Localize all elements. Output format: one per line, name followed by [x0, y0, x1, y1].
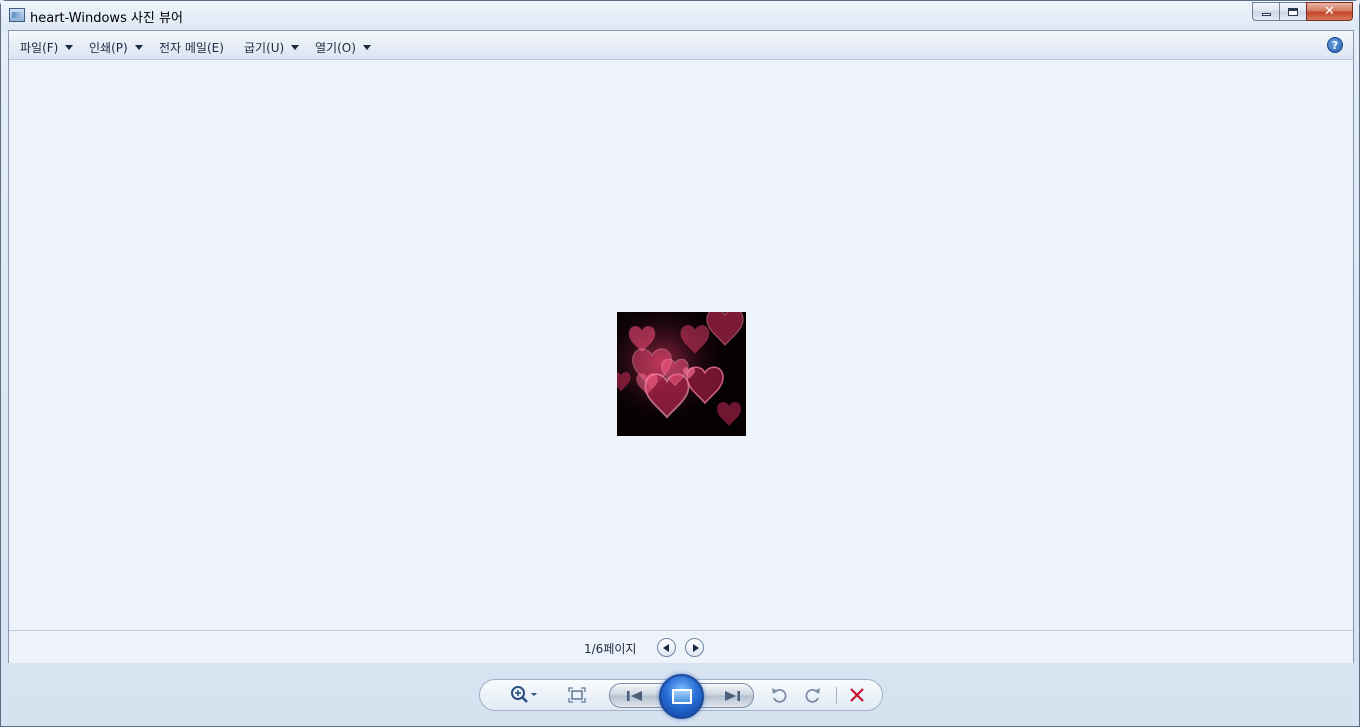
zoom-icon: [511, 686, 537, 703]
previous-icon: [627, 691, 642, 701]
bottom-toolbar: [479, 674, 883, 719]
title-bar[interactable]: heart-Windows 사진 뷰어 ✕: [1, 1, 1359, 31]
slideshow-button[interactable]: [659, 674, 704, 719]
close-button[interactable]: ✕: [1306, 2, 1353, 21]
photo-viewer-window: heart-Windows 사진 뷰어 ✕ 파일(F) 인쇄(P) 전자 메일(…: [0, 0, 1360, 727]
help-icon[interactable]: ?: [1327, 37, 1343, 53]
caption-buttons: ✕: [1252, 2, 1353, 21]
menu-burn[interactable]: 굽기(U): [244, 39, 300, 56]
maximize-icon: [1288, 7, 1298, 16]
client-area: 파일(F) 인쇄(P) 전자 메일(E) 굽기(U) 열기(O) ? 1/6페이…: [8, 30, 1354, 663]
menu-open[interactable]: 열기(O): [315, 39, 371, 56]
heart-image[interactable]: [617, 312, 746, 436]
slideshow-icon: [671, 689, 692, 704]
maximize-button[interactable]: [1279, 2, 1306, 21]
status-bar: 1/6페이지: [9, 630, 1353, 663]
toolbar-separator: [836, 687, 837, 704]
photo-viewer-app-icon: [9, 8, 25, 22]
menu-file-label: 파일(F): [20, 41, 59, 55]
next-button[interactable]: [715, 681, 749, 711]
zoom-button[interactable]: [506, 680, 540, 710]
menu-email-label: 전자 메일(E): [159, 41, 224, 55]
chevron-down-icon: [65, 45, 74, 50]
menu-open-label: 열기(O): [315, 41, 356, 55]
arrow-left-icon: [663, 643, 669, 652]
rotate-counterclockwise-button[interactable]: [764, 680, 794, 710]
rotate-clockwise-icon: [805, 688, 820, 703]
minimize-button[interactable]: [1252, 2, 1279, 21]
minimize-icon: [1261, 13, 1271, 16]
image-viewport[interactable]: [9, 60, 1353, 630]
close-icon: ✕: [1324, 4, 1335, 19]
previous-page-button[interactable]: [657, 638, 676, 657]
delete-icon: [850, 688, 864, 702]
menu-file[interactable]: 파일(F): [20, 39, 74, 56]
actual-size-button[interactable]: [562, 680, 592, 710]
help-label: ?: [1331, 38, 1339, 52]
menu-print[interactable]: 인쇄(P): [89, 39, 143, 56]
menu-print-label: 인쇄(P): [89, 41, 128, 55]
menu-burn-label: 굽기(U): [244, 41, 285, 55]
menu-bar: 파일(F) 인쇄(P) 전자 메일(E) 굽기(U) 열기(O) ?: [9, 31, 1353, 60]
chevron-down-icon: [134, 45, 143, 50]
menu-email[interactable]: 전자 메일(E): [159, 39, 224, 56]
rotate-clockwise-button[interactable]: [798, 680, 828, 710]
next-icon: [725, 691, 740, 701]
page-indicator: 1/6페이지: [584, 642, 637, 656]
rotate-counterclockwise-icon: [772, 688, 787, 703]
next-page-button[interactable]: [685, 638, 704, 657]
arrow-right-icon: [692, 643, 699, 652]
window-title: heart-Windows 사진 뷰어: [30, 11, 183, 26]
chevron-down-icon: [291, 45, 300, 50]
delete-button[interactable]: [842, 680, 872, 710]
previous-button[interactable]: [618, 681, 652, 711]
actual-size-icon: [568, 687, 586, 703]
chevron-down-icon: [362, 45, 371, 50]
